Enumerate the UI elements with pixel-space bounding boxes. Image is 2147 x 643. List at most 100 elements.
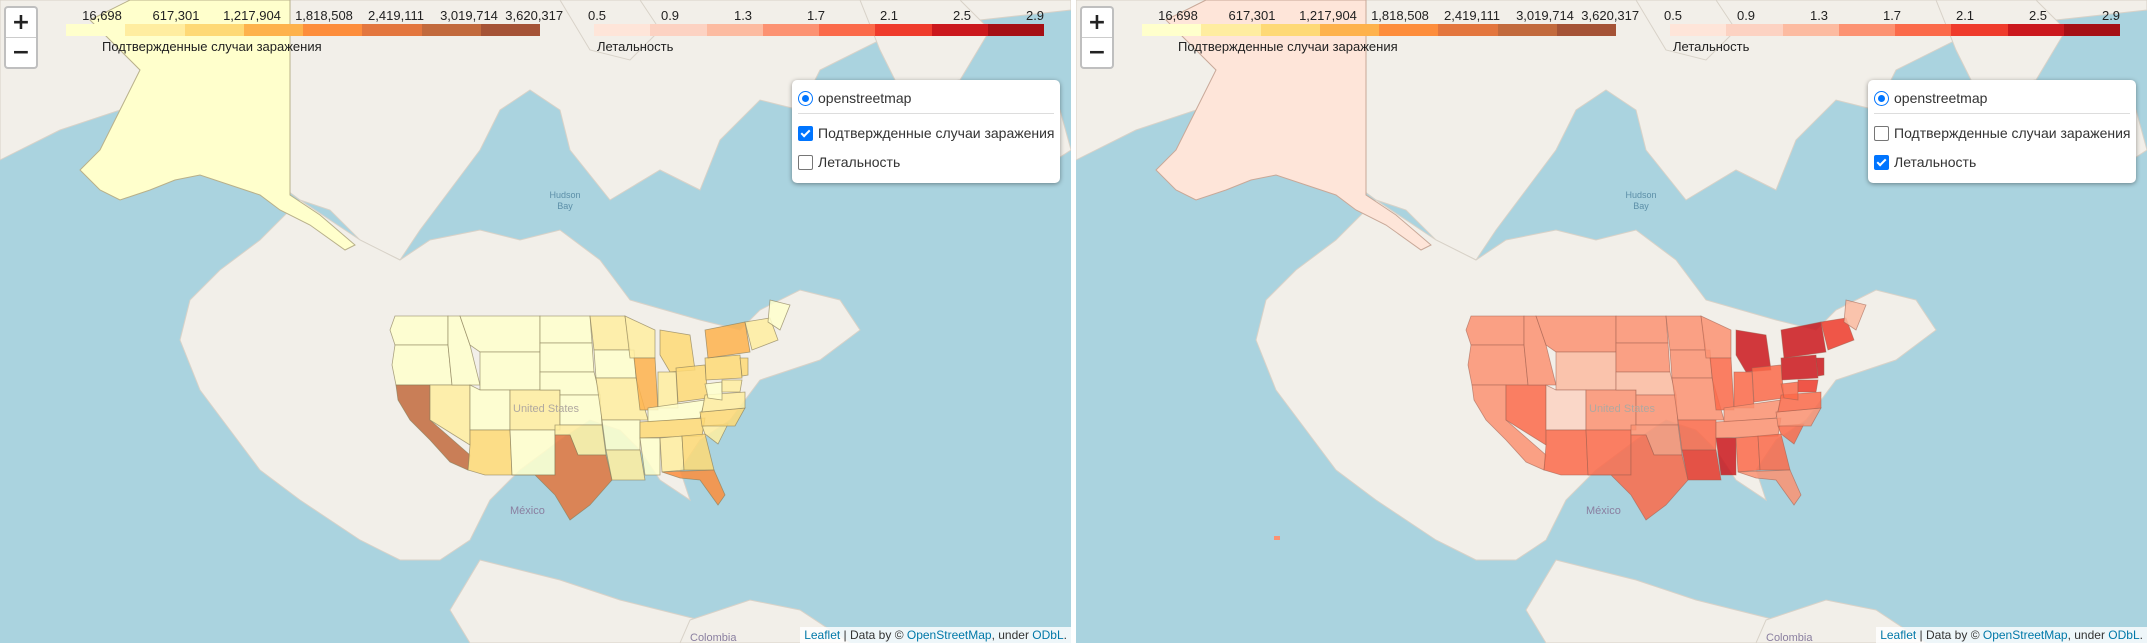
colorbar-swatch <box>125 24 185 36</box>
attribution-text: , under <box>991 628 1033 642</box>
state-pa[interactable] <box>704 354 743 381</box>
tick-label: 0.9 <box>1736 8 1756 23</box>
odbl-link[interactable]: ODbL <box>1032 628 1063 642</box>
cases-legend: 16,698 617,301 1,217,904 1,818,508 2,419… <box>66 8 563 54</box>
state-or[interactable] <box>1467 344 1529 386</box>
zoom-in-button[interactable]: + <box>6 8 36 38</box>
attribution-text: . <box>2139 628 2143 642</box>
state-la[interactable] <box>1681 449 1722 481</box>
layer-control: openstreetmap Подтвержденные случаи зара… <box>1868 80 2136 183</box>
fatality-legend-ticks: 0.5 0.9 1.3 1.7 2.1 2.5 2.9 <box>588 8 1044 24</box>
tick-label: 1,217,904 <box>223 8 281 23</box>
state-wa[interactable] <box>389 315 449 346</box>
state-oh[interactable] <box>675 364 709 403</box>
state-nd[interactable] <box>1615 315 1669 344</box>
leaflet-link[interactable]: Leaflet <box>1880 628 1916 642</box>
state-az[interactable] <box>1543 429 1589 476</box>
state-sd[interactable] <box>1615 342 1671 373</box>
colorbar-swatch <box>1951 24 2008 36</box>
tick-label: 0.9 <box>660 8 680 23</box>
state-ga[interactable] <box>1757 433 1791 471</box>
fatality-map-panel[interactable]: Hudson Bay + − 16,698 617,301 1,217,904 … <box>1076 0 2147 643</box>
mexico-label: México <box>1586 505 1621 517</box>
zoom-in-button[interactable]: + <box>1082 8 1112 38</box>
overlay-cases-checkbox[interactable] <box>798 125 813 141</box>
state-wy[interactable] <box>479 351 541 391</box>
attribution-text: | Data by © <box>840 628 907 642</box>
state-ar[interactable] <box>601 419 641 451</box>
cases-legend-colorbar <box>66 24 540 36</box>
state-mn[interactable] <box>1665 315 1707 351</box>
attribution: Leaflet | Data by © OpenStreetMap, under… <box>1876 627 2147 643</box>
tick-label: 1,217,904 <box>1299 8 1357 23</box>
zoom-out-button[interactable]: − <box>6 38 36 67</box>
overlay-cases-option[interactable]: Подтвержденные случаи заражения <box>1874 125 2131 141</box>
state-in[interactable] <box>657 371 679 409</box>
state-md[interactable] <box>721 379 743 393</box>
osm-link[interactable]: OpenStreetMap <box>907 628 992 642</box>
overlay-cases-checkbox[interactable] <box>1874 125 1889 141</box>
colorbar-swatch <box>819 24 876 36</box>
overlay-fatality-checkbox[interactable] <box>798 154 813 170</box>
base-layer-option[interactable]: openstreetmap <box>798 90 911 106</box>
state-nm[interactable] <box>1585 429 1632 476</box>
state-ga[interactable] <box>681 433 715 471</box>
state-nd[interactable] <box>539 315 593 344</box>
overlay-fatality-option[interactable]: Летальность <box>1874 154 1976 170</box>
state-ar[interactable] <box>1677 419 1717 451</box>
overlay-fatality-checkbox[interactable] <box>1874 154 1889 170</box>
colorbar-swatch <box>1895 24 1952 36</box>
state-or[interactable] <box>391 344 453 386</box>
cases-legend-ticks: 16,698 617,301 1,217,904 1,818,508 2,419… <box>66 8 563 24</box>
colorbar-swatch <box>1556 24 1616 36</box>
state-mn[interactable] <box>589 315 631 351</box>
state-md[interactable] <box>1797 379 1819 393</box>
base-layer-radio[interactable] <box>798 90 813 106</box>
tick-label: 2.1 <box>879 8 899 23</box>
cases-map-panel[interactable]: Hudson Bay + − 16,698 617,301 1,217,904 … <box>0 0 1071 643</box>
fatality-legend-ticks: 0.5 0.9 1.3 1.7 2.1 2.5 2.9 <box>1664 8 2120 24</box>
colorbar-swatch <box>1782 24 1839 36</box>
state-mt[interactable] <box>459 315 541 353</box>
state-ut[interactable] <box>1545 384 1587 431</box>
state-la[interactable] <box>605 449 646 481</box>
overlay-cases-option[interactable]: Подтвержденные случаи заражения <box>798 125 1055 141</box>
state-pa[interactable] <box>1780 354 1819 381</box>
state-al[interactable] <box>1735 435 1761 473</box>
mexico-label: México <box>510 505 545 517</box>
colorbar-swatch <box>875 24 932 36</box>
state-mt[interactable] <box>1535 315 1617 353</box>
state-wv[interactable] <box>1780 381 1799 401</box>
tick-label: 16,698 <box>82 8 122 23</box>
base-layer-radio[interactable] <box>1874 90 1889 106</box>
state-sd[interactable] <box>539 342 595 373</box>
fatality-legend-colorbar <box>594 24 1044 36</box>
leaflet-link[interactable]: Leaflet <box>804 628 840 642</box>
zoom-out-button[interactable]: − <box>1082 38 1112 67</box>
osm-link[interactable]: OpenStreetMap <box>1983 628 2068 642</box>
zoom-control: + − <box>4 6 38 69</box>
state-wa[interactable] <box>1465 315 1525 346</box>
state-nm[interactable] <box>509 429 556 476</box>
cases-legend-ticks: 16,698 617,301 1,217,904 1,818,508 2,419… <box>1142 8 1639 24</box>
base-layer-label: openstreetmap <box>1894 90 1988 106</box>
overlay-fatality-option[interactable]: Летальность <box>798 154 900 170</box>
state-wy[interactable] <box>1555 351 1617 391</box>
map-comparison: Hudson Bay + − 16,698 617,301 1,217,904 … <box>0 0 2147 643</box>
state-al[interactable] <box>659 435 685 473</box>
colorbar-swatch <box>1726 24 1783 36</box>
colorbar-swatch <box>706 24 763 36</box>
fatality-legend-caption: Летальность <box>1673 39 1750 54</box>
svg-text:Hudson: Hudson <box>549 190 580 200</box>
state-in[interactable] <box>1733 371 1755 409</box>
odbl-link[interactable]: ODbL <box>2108 628 2139 642</box>
layer-control-separator <box>1874 113 2130 114</box>
colorbar-swatch <box>480 24 540 36</box>
tick-label: 0.5 <box>587 8 607 23</box>
state-oh[interactable] <box>1751 364 1785 403</box>
colorbar-swatch <box>1260 24 1320 36</box>
state-az[interactable] <box>467 429 513 476</box>
state-ut[interactable] <box>469 384 511 431</box>
state-wv[interactable] <box>704 381 723 401</box>
base-layer-option[interactable]: openstreetmap <box>1874 90 1987 106</box>
